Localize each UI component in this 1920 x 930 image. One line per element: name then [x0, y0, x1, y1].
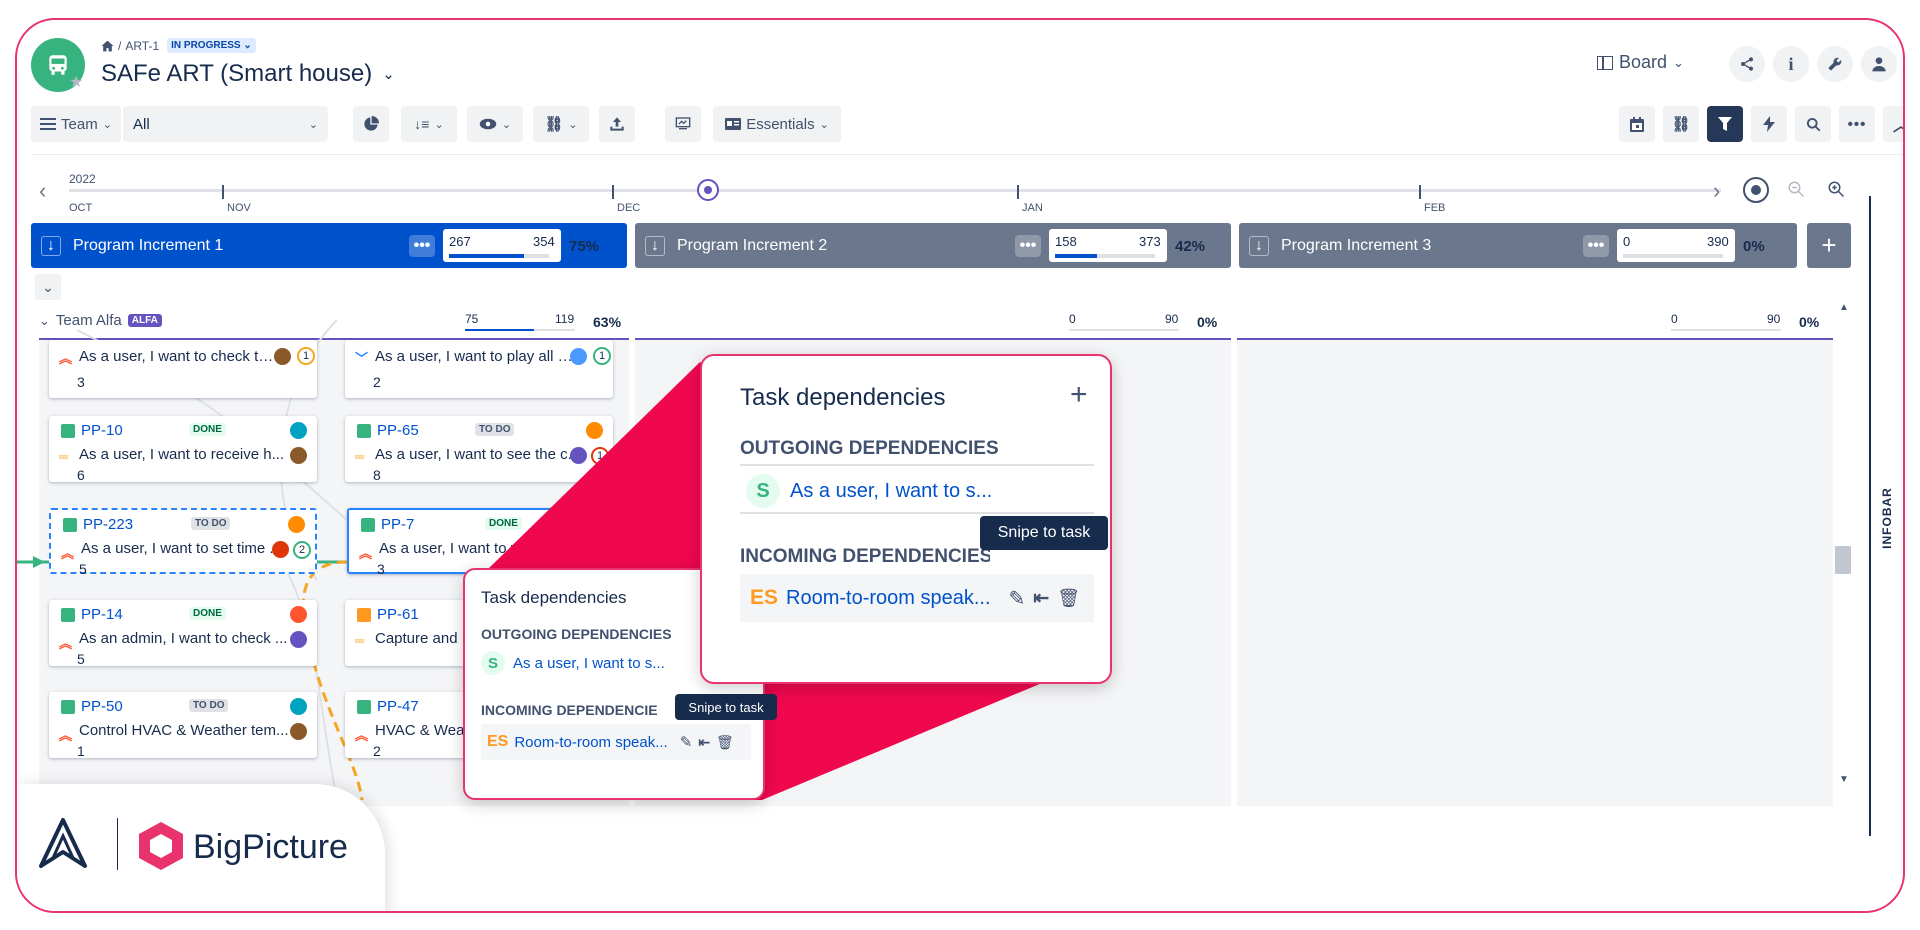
company-logo-icon [39, 818, 87, 868]
user-button[interactable] [1861, 46, 1897, 82]
outgoing-dependency-item[interactable]: S As a user, I want to s... [481, 646, 691, 680]
infobar-toggle[interactable]: INFOBAR [1877, 487, 1897, 549]
issue-initial-avatar: ES [487, 733, 509, 750]
more-button[interactable]: ••• [1839, 106, 1875, 142]
timeline-tick [1419, 185, 1421, 199]
board-icon [1597, 55, 1613, 70]
pi-percent: 0% [1743, 238, 1765, 255]
scroll-down-arrow[interactable]: ▼ [1839, 774, 1849, 785]
pi-done: 0 [1623, 234, 1631, 249]
zoom-in-button[interactable] [1827, 180, 1849, 202]
dependency-link-text[interactable]: Room-to-room speak... [786, 587, 991, 610]
logo-divider [117, 818, 118, 870]
panel-title: Task dependencies [481, 588, 627, 607]
panel-title: Task dependencies [740, 384, 946, 411]
chevron-down-icon: ⌄ [1673, 54, 1684, 70]
issue-initial-avatar: S [746, 474, 780, 508]
chevron-up-icon: ︿ [1893, 112, 1903, 136]
brand-logo-panel: BigPicture [17, 784, 385, 911]
dependencies-panel-large: Task dependencies + OUTGOING DEPENDENCIE… [700, 354, 1112, 684]
zoom-out-button[interactable] [1787, 180, 1809, 202]
pi-progress: 0 390 0% [1617, 229, 1765, 262]
snipe-tooltip: Snipe to task [675, 694, 777, 720]
team-total: 90 [1165, 312, 1179, 326]
edit-icon[interactable]: ✎ [1009, 586, 1026, 611]
team-total: 90 [1767, 312, 1781, 326]
collapse-button[interactable]: ︿ [1883, 106, 1903, 142]
snipe-icon[interactable]: ⇤ [1033, 587, 1049, 610]
pi-percent: 42% [1175, 238, 1206, 255]
brand-name: BigPicture [193, 828, 348, 866]
team-done: 0 [1671, 312, 1678, 326]
automation-button[interactable] [1751, 106, 1787, 142]
dependency-link-text[interactable]: As a user, I want to s... [790, 480, 992, 503]
incoming-heading: INCOMING DEPENDENCIES [740, 546, 990, 567]
vertical-scrollbar-thumb[interactable] [1835, 546, 1851, 574]
more-icon: ••• [1847, 115, 1867, 133]
pi-total: 390 [1707, 234, 1729, 249]
add-dependency-button[interactable]: + [1070, 378, 1088, 412]
infobar-label: INFOBAR [1880, 487, 1895, 549]
delete-icon[interactable]: 🗑 [1057, 588, 1080, 609]
links-button[interactable]: ⛓ [1663, 106, 1699, 142]
share-button[interactable] [1729, 46, 1765, 82]
outgoing-heading: OUTGOING DEPENDENCIES [481, 626, 672, 642]
expand-down-icon[interactable]: ↓ [1249, 235, 1269, 256]
view-label: Board [1619, 52, 1668, 72]
target-icon [1751, 185, 1761, 195]
link-icon: ⛓ [1671, 116, 1691, 133]
incoming-heading: INCOMING DEPENDENCIE [481, 702, 658, 718]
timeline-month-feb: FEB [1424, 202, 1446, 214]
snipe-tooltip: Snipe to task [980, 516, 1108, 550]
team-progress-pi3: 0 90 0% [1671, 312, 1831, 336]
team-percent: 0% [1197, 314, 1218, 330]
pi-progress-bar [1623, 254, 1723, 258]
incoming-dependency-item[interactable]: ES Room-to-room speak... ✎ ⇤ 🗑 [740, 574, 1094, 622]
user-icon [1872, 57, 1886, 72]
zoom-in-icon [1828, 181, 1845, 198]
team-percent: 0% [1799, 314, 1820, 330]
outgoing-dependency-item[interactable]: S As a user, I want to s... [740, 470, 1094, 514]
search-button[interactable] [1795, 106, 1831, 142]
incoming-dependency-item[interactable]: ES Room-to-room speak... ✎ ⇤ 🗑 [481, 724, 751, 760]
filter-icon [1718, 117, 1732, 131]
section-divider [740, 464, 1094, 466]
zoom-out-icon [1788, 181, 1805, 198]
info-icon: i [1788, 53, 1794, 74]
lightning-icon [1763, 116, 1775, 132]
outgoing-heading: OUTGOING DEPENDENCIES [740, 438, 999, 459]
search-icon [1806, 117, 1820, 131]
pi-total: 373 [1139, 234, 1161, 249]
share-icon [1741, 57, 1753, 71]
issue-initial-avatar: S [481, 651, 505, 675]
infobar-divider [1869, 196, 1871, 836]
add-increment-button[interactable]: + [1807, 223, 1851, 268]
delete-icon[interactable]: 🗑 [716, 734, 734, 751]
pi-menu-button[interactable]: ••• [1583, 234, 1609, 257]
snipe-icon[interactable]: ⇤ [698, 734, 710, 751]
edit-icon[interactable]: ✎ [680, 733, 693, 751]
program-increment-3[interactable]: ↓ Program Increment 3 ••• 0 390 0% [1239, 223, 1797, 268]
focus-today-button[interactable] [1743, 177, 1769, 203]
team-progress-bar [1671, 329, 1781, 331]
timeline-next-button[interactable]: › [1713, 178, 1720, 204]
pi-name: Program Increment 3 [1281, 236, 1432, 254]
wrench-icon [1828, 57, 1842, 71]
filter-button[interactable] [1707, 106, 1743, 142]
settings-button[interactable] [1817, 46, 1853, 82]
scroll-up-arrow[interactable]: ▲ [1839, 302, 1849, 313]
bigpicture-logo-icon [139, 822, 183, 870]
view-switcher[interactable]: Board ⌄ [1597, 52, 1684, 73]
sprint-column-bg [1237, 340, 1833, 806]
calendar-icon [1630, 116, 1644, 132]
dependency-link-text[interactable]: As a user, I want to s... [513, 655, 665, 672]
dependency-link-text[interactable]: Room-to-room speak... [514, 734, 667, 751]
calendar-button[interactable] [1619, 106, 1655, 142]
issue-initial-avatar: ES [750, 586, 779, 609]
app-window: ★ / ART-1 IN PROGRESS ⌄ SAFe ART (Smart … [15, 18, 1905, 913]
info-button[interactable]: i [1773, 46, 1809, 82]
